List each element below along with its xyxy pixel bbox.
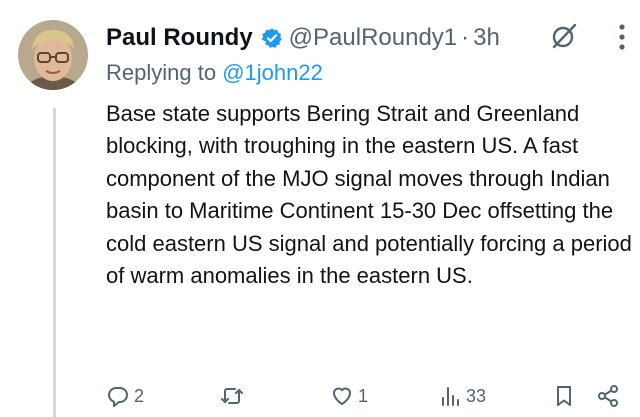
thread-line [53, 108, 56, 417]
views-button[interactable]: 33 [438, 380, 486, 412]
tweet-text: Base state supports Bering Strait and Gr… [106, 101, 632, 289]
reply-count: 2 [134, 385, 145, 406]
views-count: 33 [466, 385, 487, 406]
verified-badge-icon [261, 28, 282, 48]
replying-to: Replying to @1john22 [106, 60, 323, 86]
display-name[interactable]: Paul Roundy [106, 24, 253, 52]
timestamp[interactable]: 3h [473, 24, 500, 52]
separator-dot: · [461, 24, 470, 51]
more-icon[interactable] [617, 22, 627, 52]
like-button[interactable]: 1 [330, 380, 368, 412]
repost-icon [221, 388, 243, 404]
avatar[interactable] [18, 20, 88, 90]
handle[interactable]: @PaulRoundy1 [289, 24, 457, 52]
replying-prefix: Replying to [106, 60, 217, 85]
replying-to-mention[interactable]: @1john22 [222, 60, 323, 85]
grok-icon[interactable] [550, 22, 578, 50]
avatar-image [18, 20, 88, 90]
share-button[interactable] [596, 380, 620, 412]
bookmark-button[interactable] [552, 380, 576, 412]
repost-button[interactable] [220, 380, 248, 412]
reply-button[interactable]: 2 [106, 380, 144, 412]
like-icon [333, 387, 351, 405]
reply-icon [108, 387, 128, 407]
like-count: 1 [358, 385, 369, 406]
share-icon [598, 385, 618, 407]
views-icon [442, 387, 459, 406]
bookmark-icon [557, 386, 571, 406]
action-bar: 2 1 33 [106, 380, 640, 412]
